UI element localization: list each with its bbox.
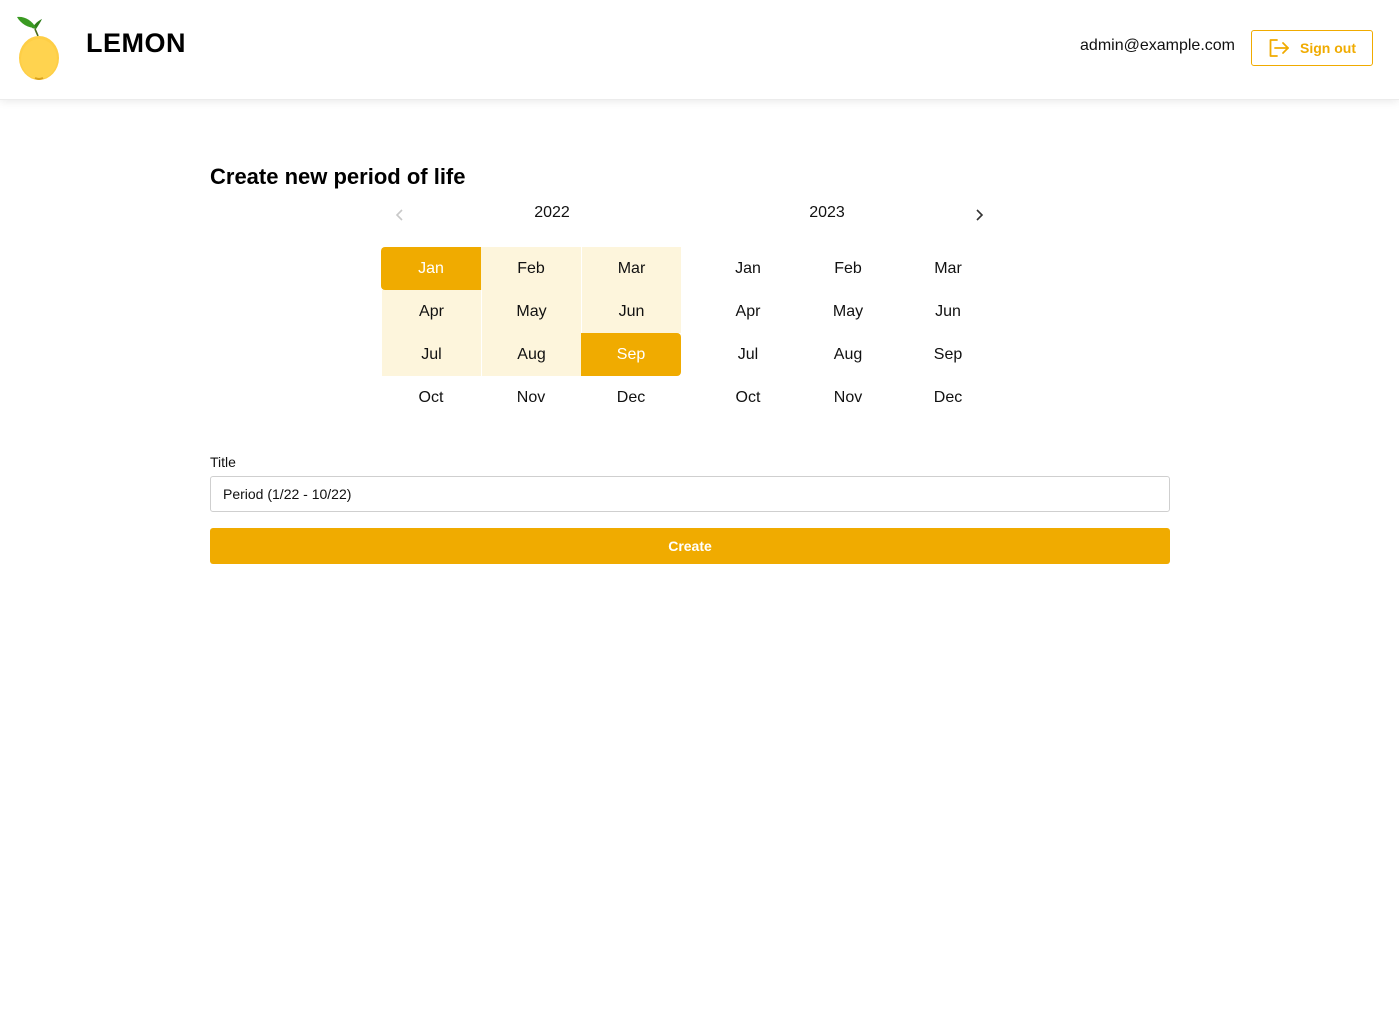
user-email: admin@example.com [1080, 37, 1235, 54]
month-cell[interactable]: Oct [698, 376, 798, 419]
sign-out-label: Sign out [1300, 40, 1356, 56]
month-cell[interactable]: May [798, 290, 898, 333]
month-cell[interactable]: Jul [381, 333, 481, 376]
month-cell[interactable]: Jun [581, 290, 681, 333]
month-cell[interactable]: Feb [798, 247, 898, 290]
month-cell[interactable]: Apr [381, 290, 481, 333]
sign-out-icon [1269, 39, 1289, 57]
month-cell[interactable]: Mar [581, 247, 681, 290]
chevron-left-icon [395, 209, 403, 221]
month-cell[interactable]: Dec [581, 376, 681, 419]
month-grid-2023: Jan Feb Mar Apr May Jun Jul Aug Sep Oct … [698, 247, 998, 419]
month-cell[interactable]: Feb [481, 247, 581, 290]
month-cell[interactable]: Jan [381, 247, 481, 290]
month-cell[interactable]: Sep [898, 333, 998, 376]
month-cell[interactable]: Nov [798, 376, 898, 419]
month-cell[interactable]: Nov [481, 376, 581, 419]
brand-name: LEMON [86, 28, 186, 58]
year-label-2023: 2023 [809, 204, 845, 221]
sign-out-button[interactable]: Sign out [1251, 30, 1373, 66]
create-button[interactable]: Create [210, 528, 1170, 564]
calendar-prev-button[interactable] [390, 204, 410, 226]
month-cell[interactable]: Apr [698, 290, 798, 333]
month-cell[interactable]: Sep [581, 333, 681, 376]
month-grid-2022: Jan Feb Mar Apr May Jun Jul Aug Sep Oct … [381, 247, 681, 419]
month-cell[interactable]: Dec [898, 376, 998, 419]
title-field-label: Title [210, 454, 236, 470]
month-cell[interactable]: Jan [698, 247, 798, 290]
chevron-right-icon [976, 209, 984, 221]
month-cell[interactable]: Jul [698, 333, 798, 376]
month-cell[interactable]: Oct [381, 376, 481, 419]
month-cell[interactable]: Jun [898, 290, 998, 333]
year-label-2022: 2022 [534, 204, 570, 221]
month-cell[interactable]: Mar [898, 247, 998, 290]
month-cell[interactable]: Aug [481, 333, 581, 376]
top-header: LEMON admin@example.com Sign out [0, 0, 1399, 100]
month-cell[interactable]: Aug [798, 333, 898, 376]
lemon-icon [17, 16, 59, 80]
page-title: Create new period of life [210, 164, 466, 189]
calendar-next-button[interactable] [969, 204, 989, 226]
title-input[interactable] [210, 476, 1170, 512]
month-cell[interactable]: May [481, 290, 581, 333]
